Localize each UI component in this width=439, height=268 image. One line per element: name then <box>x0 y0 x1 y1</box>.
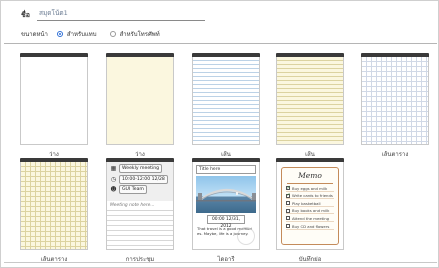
checkbox-icon <box>286 224 290 229</box>
template-preview: Title here 00:00 12/31, 2012 That travel… <box>192 162 260 250</box>
template-preview: Memo Buy eggs and milk Write cards to fr… <box>276 162 344 250</box>
memo-item-text: Buy books and milk <box>292 208 330 214</box>
people-icon: ☻ <box>110 186 117 193</box>
template-preview <box>276 57 344 145</box>
page-size-label: ขนาดหน้า <box>21 31 48 38</box>
memo-item-text: Play basketball <box>292 200 321 206</box>
template-memo[interactable]: Memo Buy eggs and milk Write cards to fr… <box>276 158 344 264</box>
memo-item: Write cards to friends <box>286 192 334 200</box>
clock-icon: ◷ <box>110 175 117 183</box>
meeting-time: 10:00-12:00 12/28 <box>119 174 168 184</box>
diary-title: Title here <box>196 165 256 174</box>
memo-item-text: Buy CD and flowers <box>292 223 330 229</box>
checkbox-checked-icon <box>286 185 291 191</box>
memo-item: Buy CD and flowers <box>286 224 334 230</box>
memo-item: Buy eggs and milk <box>286 185 334 192</box>
checkbox-icon <box>286 201 290 206</box>
name-label: ชื่อ <box>21 11 30 19</box>
page-size-phone-label: สำหรับโทรศัพท์ <box>119 31 160 38</box>
divider <box>4 43 437 44</box>
template-blank-yellow[interactable]: ว่าง <box>106 53 174 159</box>
checkbox-icon <box>286 208 290 213</box>
memo-card: Memo Buy eggs and milk Write cards to fr… <box>281 167 339 245</box>
memo-item-text: Write cards to friends <box>292 193 333 199</box>
template-preview <box>20 57 88 145</box>
memo-item: Play basketball <box>286 201 334 207</box>
radio-selected-icon <box>56 31 63 37</box>
page-size-row: ขนาดหน้า สำหรับแทบ สำหรับโทรศัพท์ <box>21 28 173 40</box>
memo-item-text: Attend the meeting <box>292 215 330 221</box>
template-lined-white[interactable]: เส้น <box>192 53 260 159</box>
template-diary[interactable]: Title here 00:00 12/31, 2012 That travel… <box>192 158 260 264</box>
template-blank-white[interactable]: ว่าง <box>20 53 88 159</box>
notebook-name-input[interactable] <box>37 6 205 21</box>
memo-title: Memo <box>287 168 333 184</box>
memo-item: Attend the meeting <box>286 216 334 222</box>
diary-date: 00:00 12/31, 2012 <box>207 215 245 229</box>
template-preview <box>192 57 260 145</box>
page-size-phone-radio[interactable]: สำหรับโทรศัพท์ <box>109 29 160 39</box>
template-preview <box>361 57 429 145</box>
meeting-lines <box>107 211 173 249</box>
page-size-tablet-label: สำหรับแทบ <box>66 31 97 38</box>
template-preview <box>106 57 174 145</box>
stamp-icon <box>237 227 255 245</box>
checkbox-checked-icon <box>286 192 291 198</box>
meeting-note: Meeting note here... <box>107 201 173 211</box>
page-size-tablet-radio[interactable]: สำหรับแทบ <box>56 29 97 39</box>
calendar-icon: ▦ <box>110 165 117 172</box>
template-meeting[interactable]: ▦ Weekly meeting ◷ 10:00-12:00 12/28 ☻ G… <box>106 158 174 264</box>
meeting-header: ▦ Weekly meeting ◷ 10:00-12:00 12/28 ☻ G… <box>107 162 173 201</box>
divider <box>4 262 437 263</box>
template-preview <box>20 162 88 250</box>
meeting-title: Weekly meeting <box>119 164 163 173</box>
template-label: เส้นตาราง <box>381 151 409 158</box>
memo-item-text: Buy eggs and milk <box>292 185 328 191</box>
checkbox-icon <box>286 216 290 221</box>
new-notebook-dialog: ชื่อ ขนาดหน้า สำหรับแทบ สำหรับโทรศัพท์ ว… <box>0 0 439 268</box>
radio-unselected-icon <box>109 31 116 37</box>
template-grid-white[interactable]: เส้นตาราง <box>361 53 429 159</box>
template-lined-yellow[interactable]: เส้น <box>276 53 344 159</box>
bridge-photo <box>196 176 256 213</box>
template-grid-yellow[interactable]: เส้นตาราง <box>20 158 88 264</box>
meeting-team: GUI Team <box>119 185 147 194</box>
template-preview: ▦ Weekly meeting ◷ 10:00-12:00 12/28 ☻ G… <box>106 162 174 250</box>
memo-item: Buy books and milk <box>286 208 334 215</box>
